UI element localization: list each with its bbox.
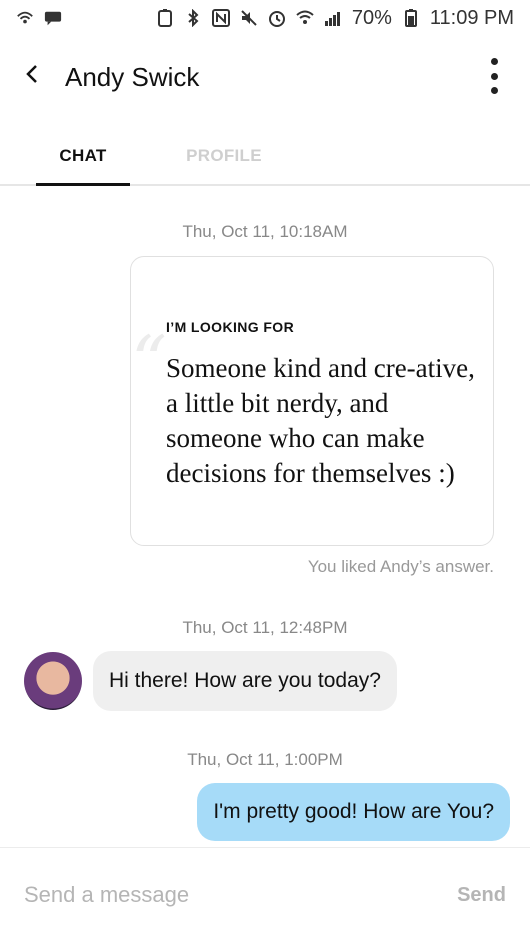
signal-icon (324, 9, 342, 27)
mute-icon (240, 9, 258, 27)
message-timestamp: Thu, Oct 11, 12:48PM (182, 618, 348, 637)
quote-icon: “ (131, 321, 167, 403)
back-arrow-icon[interactable] (18, 60, 46, 88)
outgoing-message: I'm pretty good! How are You? (197, 783, 510, 841)
tab-bar: CHAT PROFILE (0, 128, 530, 186)
battery-percent: 70% (351, 6, 392, 29)
conversation-title: Andy Swick (65, 62, 200, 92)
status-bar: 70% 11:09 PM (0, 0, 530, 36)
send-button[interactable]: Send (457, 884, 506, 907)
avatar[interactable] (24, 652, 82, 710)
status-time: 11:09 PM (429, 6, 514, 29)
tab-chat[interactable]: CHAT (36, 128, 130, 186)
nfc-icon (211, 9, 230, 27)
battery-icon (402, 9, 420, 27)
tab-profile[interactable]: PROFILE (176, 128, 272, 184)
alarm-icon (268, 9, 286, 27)
status-left (16, 9, 62, 27)
card-answer-text: Someone kind and cre-ative, a little bit… (166, 353, 475, 488)
status-right: 70% 11:09 PM (156, 7, 514, 30)
battery-saver-icon (156, 9, 174, 27)
message-composer: Send (0, 847, 530, 944)
liked-note: You liked Andy’s answer. (307, 557, 494, 576)
message-input[interactable] (22, 874, 426, 916)
message-timestamp: Thu, Oct 11, 10:18AM (182, 222, 348, 241)
incoming-message: Hi there! How are you today? (93, 651, 397, 711)
kebab-menu-icon[interactable] (484, 58, 504, 94)
card-label: I’M LOOKING FOR (166, 319, 295, 335)
chat-header: Andy Swick (0, 36, 530, 120)
wifi-icon (296, 9, 314, 27)
message-icon (44, 9, 62, 27)
wifi-call-icon (16, 9, 34, 27)
liked-answer-card[interactable]: “ I’M LOOKING FOR Someone kind and cre-a… (130, 256, 494, 546)
bluetooth-icon (184, 9, 202, 27)
message-timestamp: Thu, Oct 11, 1:00PM (187, 750, 343, 769)
